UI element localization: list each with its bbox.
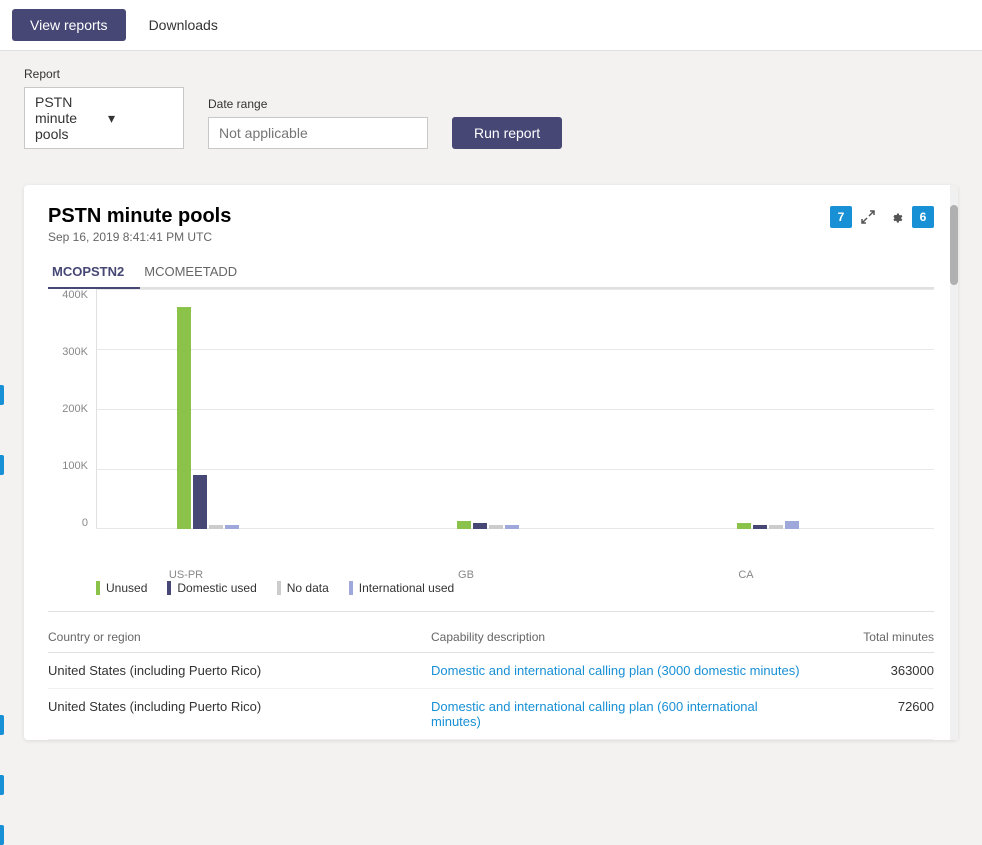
date-range-filter-group: Date range xyxy=(208,97,428,149)
x-label-usppr: US-PR xyxy=(169,569,203,581)
legend-color-nodata xyxy=(277,581,281,595)
view-reports-button[interactable]: View reports xyxy=(12,9,126,41)
bar-ca-unused xyxy=(737,523,751,529)
tab-mcomeetadd[interactable]: MCOMEETADD xyxy=(140,256,253,289)
x-label-ca: CA xyxy=(738,569,753,581)
td-country-1: United States (including Puerto Rico) xyxy=(48,699,423,729)
tab-bar: MCOPSTN2 MCOMEETADD xyxy=(48,256,934,289)
table-row: United States (including Puerto Rico) Do… xyxy=(48,689,934,740)
bars-ca xyxy=(737,521,799,529)
y-label-400k: 400K xyxy=(48,289,96,301)
downloads-button[interactable]: Downloads xyxy=(130,8,237,42)
settings-icon[interactable] xyxy=(884,205,908,229)
td-capability-1[interactable]: Domestic and international calling plan … xyxy=(431,699,806,729)
scrollbar[interactable] xyxy=(950,185,958,740)
date-range-input[interactable] xyxy=(208,117,428,149)
report-header: PSTN minute pools Sep 16, 2019 8:41:41 P… xyxy=(48,205,934,244)
y-label-0: 0 xyxy=(48,517,96,529)
table-header: Country or region Capability description… xyxy=(48,624,934,653)
report-date: Sep 16, 2019 8:41:41 PM UTC xyxy=(48,230,231,244)
td-total-1: 72600 xyxy=(814,699,934,729)
td-capability-0[interactable]: Domestic and international calling plan … xyxy=(431,663,806,678)
legend-label-unused: Unused xyxy=(106,581,147,595)
y-label-300k: 300K xyxy=(48,346,96,358)
bar-gb-nodata xyxy=(489,525,503,529)
bar-ca-international xyxy=(785,521,799,529)
report-select-value: PSTN minute pools xyxy=(35,94,100,142)
legend-label-domestic: Domestic used xyxy=(177,581,256,595)
filter-bar: Report PSTN minute pools ▾ Date range Ru… xyxy=(0,51,982,169)
side-badge-2: 2 xyxy=(0,455,4,475)
bar-usppr-unused xyxy=(177,307,191,529)
date-range-label: Date range xyxy=(208,97,428,111)
run-report-button[interactable]: Run report xyxy=(452,117,562,149)
y-label-100k: 100K xyxy=(48,460,96,472)
bar-gb-domestic xyxy=(473,523,487,529)
header-actions: 7 6 xyxy=(830,205,934,229)
bar-ca-domestic xyxy=(753,525,767,529)
table-section: Country or region Capability description… xyxy=(48,611,934,740)
th-capability: Capability description xyxy=(431,630,806,644)
legend-domestic: Domestic used xyxy=(167,581,256,595)
side-badge-4: 4 xyxy=(0,775,4,795)
y-label-200k: 200K xyxy=(48,403,96,415)
td-country-0: United States (including Puerto Rico) xyxy=(48,663,423,678)
badge-6-button[interactable]: 6 xyxy=(912,206,934,228)
bar-usppr-domestic xyxy=(193,475,207,529)
legend-color-unused xyxy=(96,581,100,595)
bar-usppr-nodata xyxy=(209,525,223,529)
report-filter-group: Report PSTN minute pools ▾ xyxy=(24,67,184,149)
bar-ca-nodata xyxy=(769,525,783,529)
badge-7-button[interactable]: 7 xyxy=(830,206,852,228)
x-label-gb: GB xyxy=(458,569,474,581)
legend-color-international xyxy=(349,581,353,595)
grid-line-400k xyxy=(97,289,934,290)
chart-area: 0 100K 200K 300K 400K xyxy=(48,289,934,569)
legend-unused: Unused xyxy=(96,581,147,595)
tab-mcopstn2[interactable]: MCOPSTN2 xyxy=(48,256,140,289)
bars-gb xyxy=(457,521,519,529)
scrollbar-thumb[interactable] xyxy=(950,205,958,285)
side-badge-5: 5 xyxy=(0,825,4,845)
report-title: PSTN minute pools xyxy=(48,205,231,228)
td-total-0: 363000 xyxy=(814,663,934,678)
legend-label-international: International used xyxy=(359,581,454,595)
report-label: Report xyxy=(24,67,184,81)
chevron-down-icon: ▾ xyxy=(108,110,173,127)
chart-y-axis: 0 100K 200K 300K 400K xyxy=(48,289,96,529)
table-row: United States (including Puerto Rico) Do… xyxy=(48,653,934,689)
side-badge-3: 3 xyxy=(0,715,4,735)
th-country: Country or region xyxy=(48,630,423,644)
bar-usppr-international xyxy=(225,525,239,529)
legend-international: International used xyxy=(349,581,454,595)
chart-plot xyxy=(96,289,934,529)
legend-label-nodata: No data xyxy=(287,581,329,595)
report-container: PSTN minute pools Sep 16, 2019 8:41:41 P… xyxy=(24,185,958,740)
legend-color-domestic xyxy=(167,581,171,595)
report-select[interactable]: PSTN minute pools ▾ xyxy=(24,87,184,149)
bar-gb-unused xyxy=(457,521,471,529)
legend-nodata: No data xyxy=(277,581,329,595)
side-badge-1: 1 xyxy=(0,385,4,405)
expand-icon[interactable] xyxy=(856,205,880,229)
bars-usppr xyxy=(177,307,239,529)
th-total: Total minutes xyxy=(814,630,934,644)
bar-gb-international xyxy=(505,525,519,529)
